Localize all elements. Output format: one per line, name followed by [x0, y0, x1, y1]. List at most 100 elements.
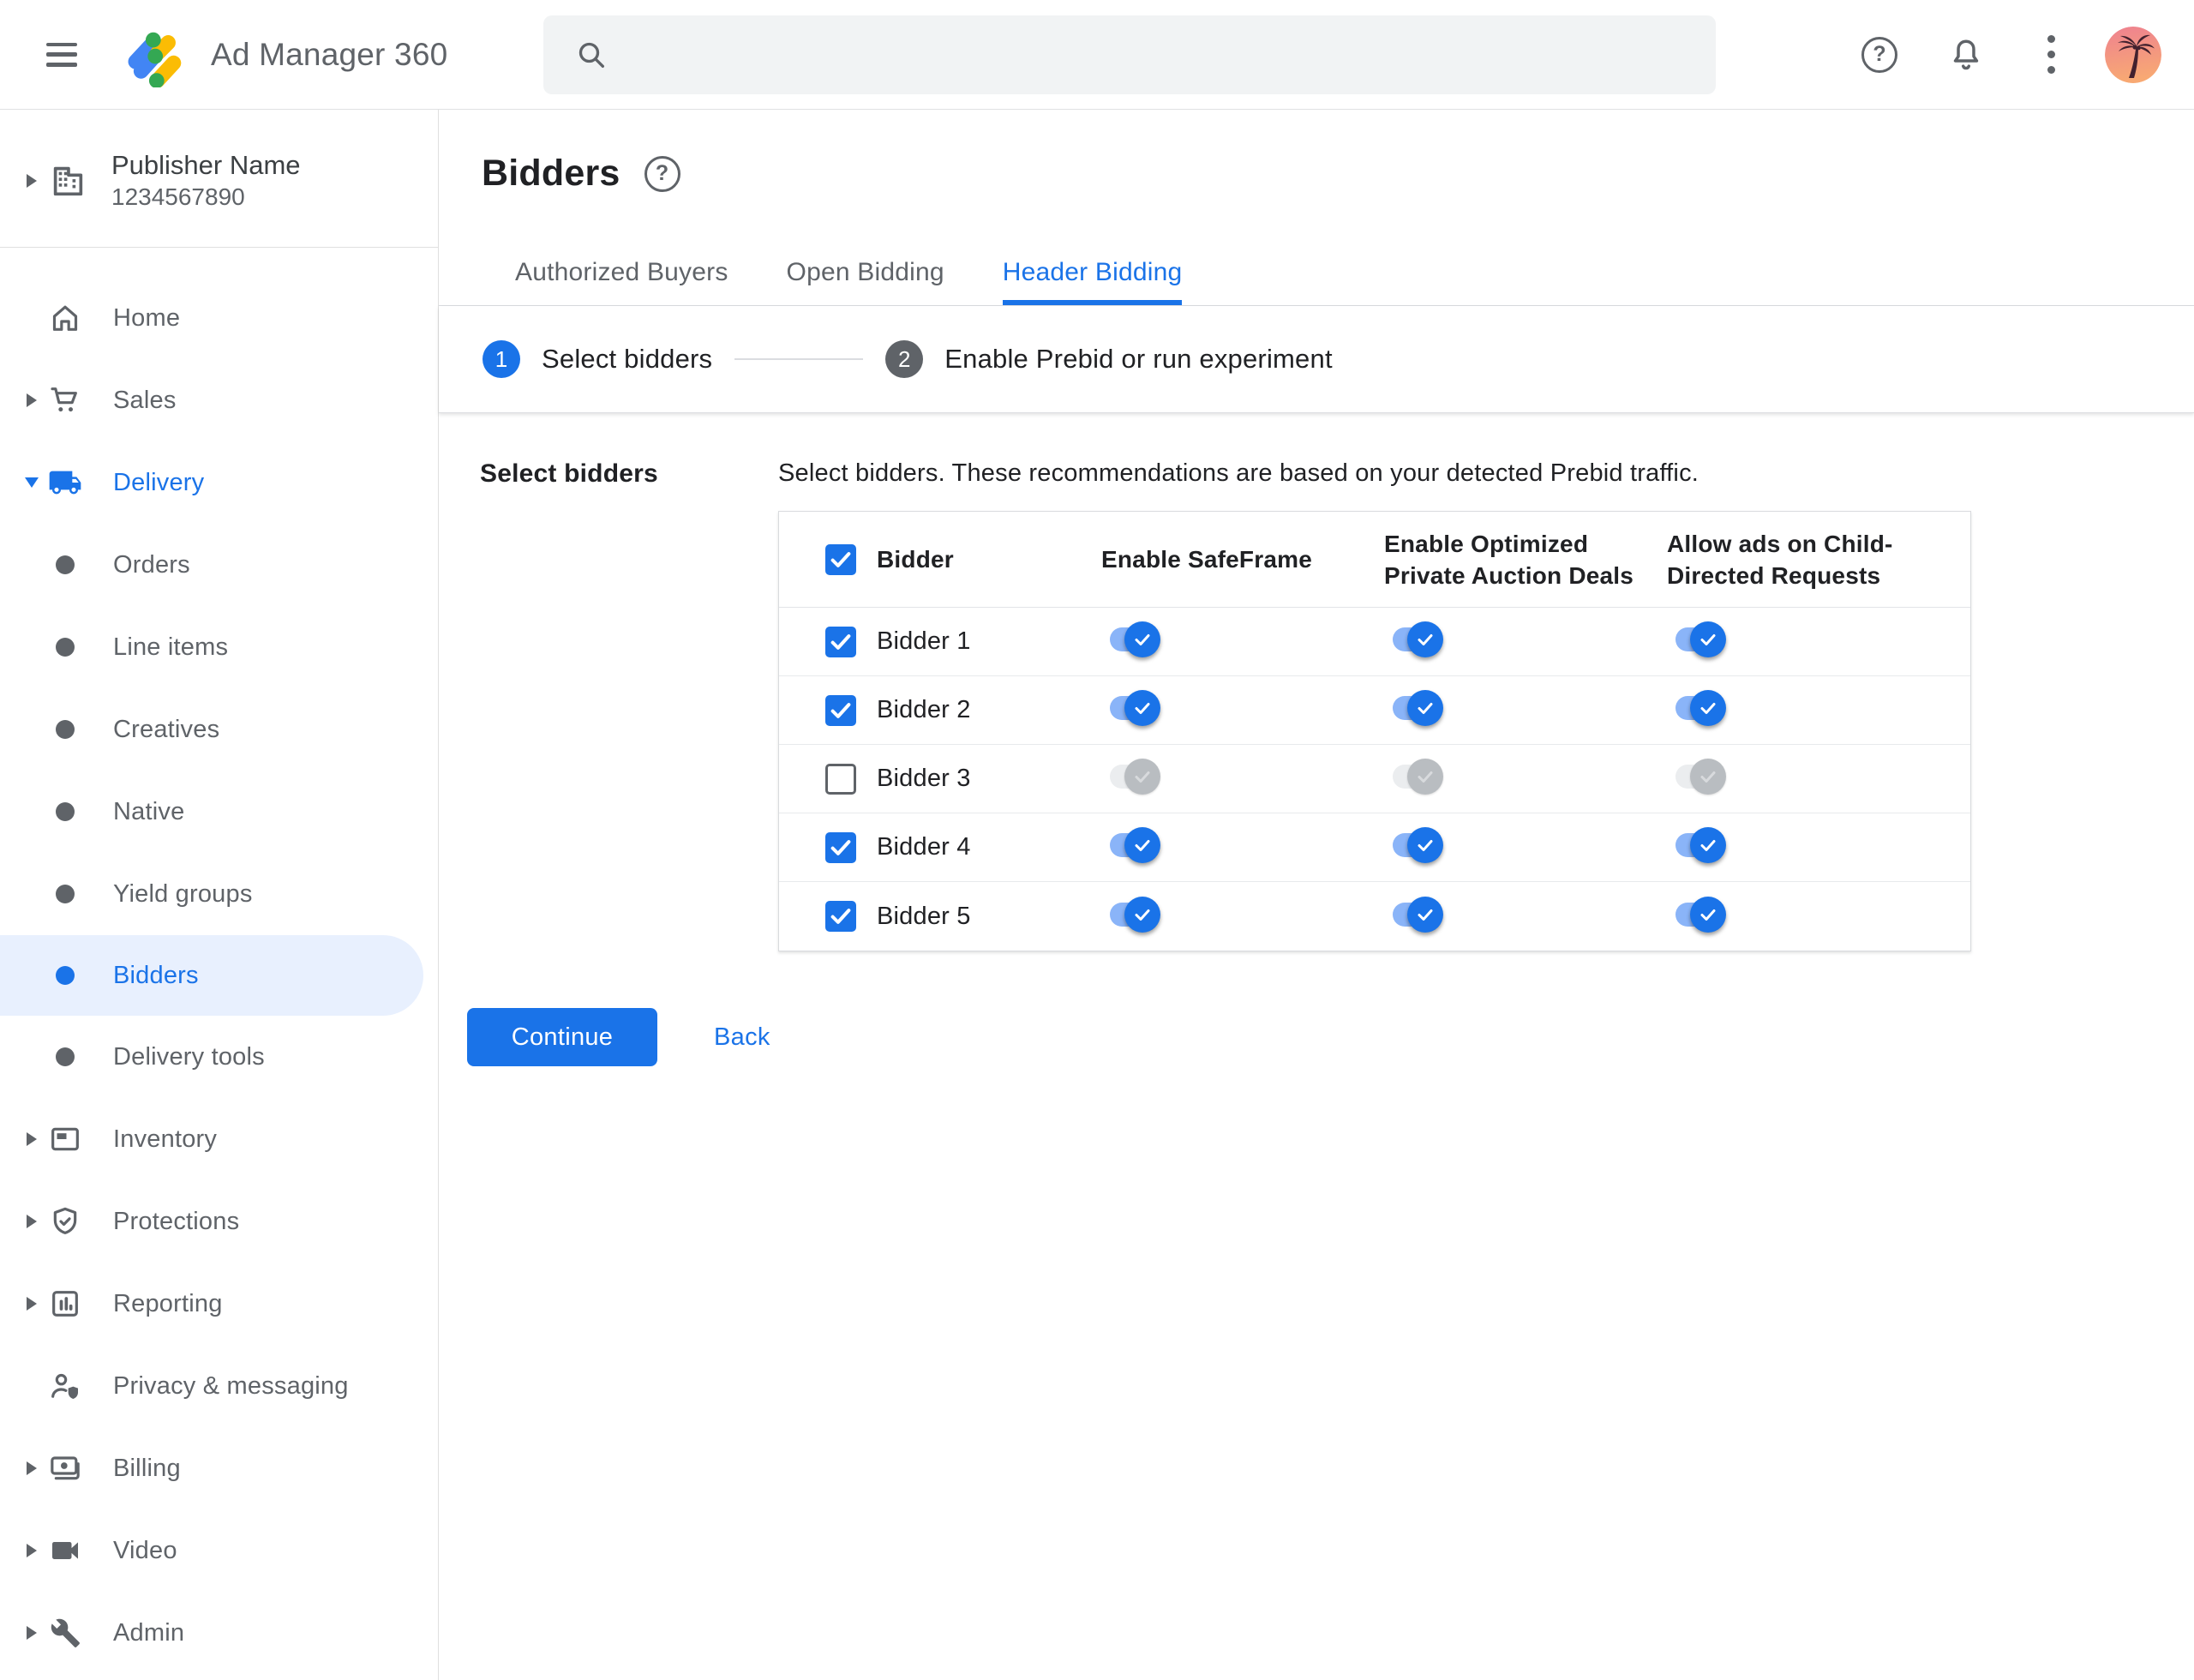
child-directed-toggle[interactable] [1675, 896, 1739, 933]
optimized-deals-toggle[interactable] [1393, 758, 1456, 795]
sidebar-item-orders[interactable]: Orders [0, 524, 438, 606]
publisher-id: 1234567890 [111, 183, 245, 210]
menu-icon[interactable] [46, 42, 77, 67]
back-link[interactable]: Back [714, 1023, 770, 1052]
table-description: Select bidders. These recommendations ar… [778, 459, 1699, 487]
bullet-icon [48, 877, 82, 911]
tab-bar: Authorized Buyers Open Bidding Header Bi… [439, 243, 2194, 306]
sidebar-item-billing[interactable]: Billing [0, 1427, 438, 1509]
row-checkbox[interactable] [825, 901, 856, 932]
sidebar-item-creatives[interactable]: Creatives [0, 688, 438, 771]
caret-right-icon [27, 1297, 37, 1311]
tab-open-bidding[interactable]: Open Bidding [758, 258, 974, 305]
safeframe-toggle[interactable] [1110, 896, 1173, 933]
child-directed-toggle[interactable] [1675, 758, 1739, 795]
sidebar-item-native[interactable]: Native [0, 771, 438, 853]
avatar[interactable] [2105, 26, 2161, 83]
caret-right-icon [27, 1132, 37, 1146]
home-icon [48, 301, 82, 335]
sidebar-item-video[interactable]: Video [0, 1509, 438, 1592]
tab-header-bidding[interactable]: Header Bidding [974, 258, 1212, 305]
sidebar-item-line-items[interactable]: Line items [0, 606, 438, 688]
setup-stepper: 1 Select bidders 2 Enable Prebid or run … [439, 306, 2194, 413]
step-connector [734, 358, 864, 360]
sidebar-divider [0, 247, 438, 248]
row-checkbox[interactable] [825, 694, 856, 726]
truck-icon [48, 465, 82, 500]
sidebar-item-delivery[interactable]: Delivery [0, 441, 438, 524]
caret-right-icon [27, 1626, 37, 1640]
column-header-bidder: Bidder [877, 546, 954, 573]
child-directed-toggle[interactable] [1675, 621, 1739, 658]
table-row: Bidder 3 [779, 745, 1970, 813]
notifications-icon[interactable] [1947, 36, 1985, 74]
billing-icon [48, 1451, 82, 1485]
safeframe-toggle[interactable] [1110, 689, 1173, 727]
top-app-bar: Ad Manager 360 ? [0, 0, 2194, 110]
safeframe-toggle[interactable] [1110, 826, 1173, 864]
bullet-icon [48, 1040, 82, 1074]
sidebar-item-bidders[interactable]: Bidders [0, 935, 423, 1016]
publisher-name: Publisher Name [111, 150, 301, 180]
bar-chart-icon [48, 1287, 82, 1321]
search-input[interactable] [629, 39, 1658, 69]
caret-right-icon [27, 1544, 37, 1557]
help-icon[interactable]: ? [1861, 36, 1897, 73]
bidders-table: Bidder Enable SafeFrame Enable Optimized… [778, 511, 1971, 951]
privacy-person-shield-icon [48, 1369, 82, 1403]
sidebar-item-inventory[interactable]: Inventory [0, 1098, 438, 1180]
child-directed-toggle[interactable] [1675, 689, 1739, 727]
bullet-icon [48, 958, 82, 993]
row-checkbox[interactable] [825, 763, 856, 795]
caret-down-icon [25, 477, 39, 488]
step-select-bidders[interactable]: 1 Select bidders [483, 340, 712, 378]
inventory-icon [48, 1122, 82, 1156]
shield-check-icon [48, 1204, 82, 1239]
optimized-deals-toggle[interactable] [1393, 689, 1456, 727]
expand-caret-icon[interactable] [27, 174, 37, 188]
more-options-icon[interactable] [2045, 32, 2057, 78]
sidebar-item-protections[interactable]: Protections [0, 1180, 438, 1263]
video-camera-icon [48, 1533, 82, 1568]
safeframe-toggle[interactable] [1110, 758, 1173, 795]
optimized-deals-toggle[interactable] [1393, 621, 1456, 658]
bidder-name: Bidder 3 [877, 765, 971, 792]
safeframe-toggle[interactable] [1110, 621, 1173, 658]
step-number: 2 [885, 340, 924, 378]
sidebar: Publisher Name 1234567890 Home Sales Del… [0, 110, 439, 1680]
step-enable-prebid[interactable]: 2 Enable Prebid or run experiment [885, 340, 1333, 378]
sidebar-item-admin[interactable]: Admin [0, 1592, 438, 1674]
caret-right-icon [27, 1461, 37, 1475]
continue-button[interactable]: Continue [467, 1008, 657, 1066]
bullet-icon [48, 795, 82, 829]
sidebar-item-privacy-messaging[interactable]: Privacy & messaging [0, 1345, 438, 1427]
cart-icon [48, 383, 82, 417]
table-row: Bidder 2 [779, 676, 1970, 745]
app-title: Ad Manager 360 [211, 36, 448, 72]
ad-manager-logo-icon[interactable] [123, 22, 189, 87]
row-checkbox[interactable] [825, 626, 856, 657]
sidebar-item-sales[interactable]: Sales [0, 359, 438, 441]
sidebar-item-delivery-tools[interactable]: Delivery tools [0, 1016, 438, 1098]
row-checkbox[interactable] [825, 831, 856, 863]
optimized-deals-toggle[interactable] [1393, 826, 1456, 864]
caret-right-icon [27, 393, 37, 407]
publisher-account-switcher[interactable]: Publisher Name 1234567890 [0, 149, 438, 213]
bullet-icon [48, 712, 82, 747]
sidebar-item-home[interactable]: Home [0, 277, 438, 359]
table-row: Bidder 1 [779, 608, 1970, 676]
search-icon [579, 42, 605, 68]
caret-right-icon [27, 1215, 37, 1228]
bidder-name: Bidder 1 [877, 627, 971, 655]
page-help-icon[interactable]: ? [644, 155, 680, 192]
tab-authorized-buyers[interactable]: Authorized Buyers [486, 258, 758, 305]
search-bar[interactable] [543, 15, 1717, 94]
optimized-deals-toggle[interactable] [1393, 896, 1456, 933]
bullet-icon [48, 630, 82, 664]
select-all-checkbox[interactable] [825, 543, 856, 575]
bullet-icon [48, 548, 82, 582]
sidebar-item-reporting[interactable]: Reporting [0, 1263, 438, 1345]
column-header-safeframe: Enable SafeFrame [1101, 546, 1312, 573]
sidebar-item-yield-groups[interactable]: Yield groups [0, 853, 438, 935]
child-directed-toggle[interactable] [1675, 826, 1739, 864]
